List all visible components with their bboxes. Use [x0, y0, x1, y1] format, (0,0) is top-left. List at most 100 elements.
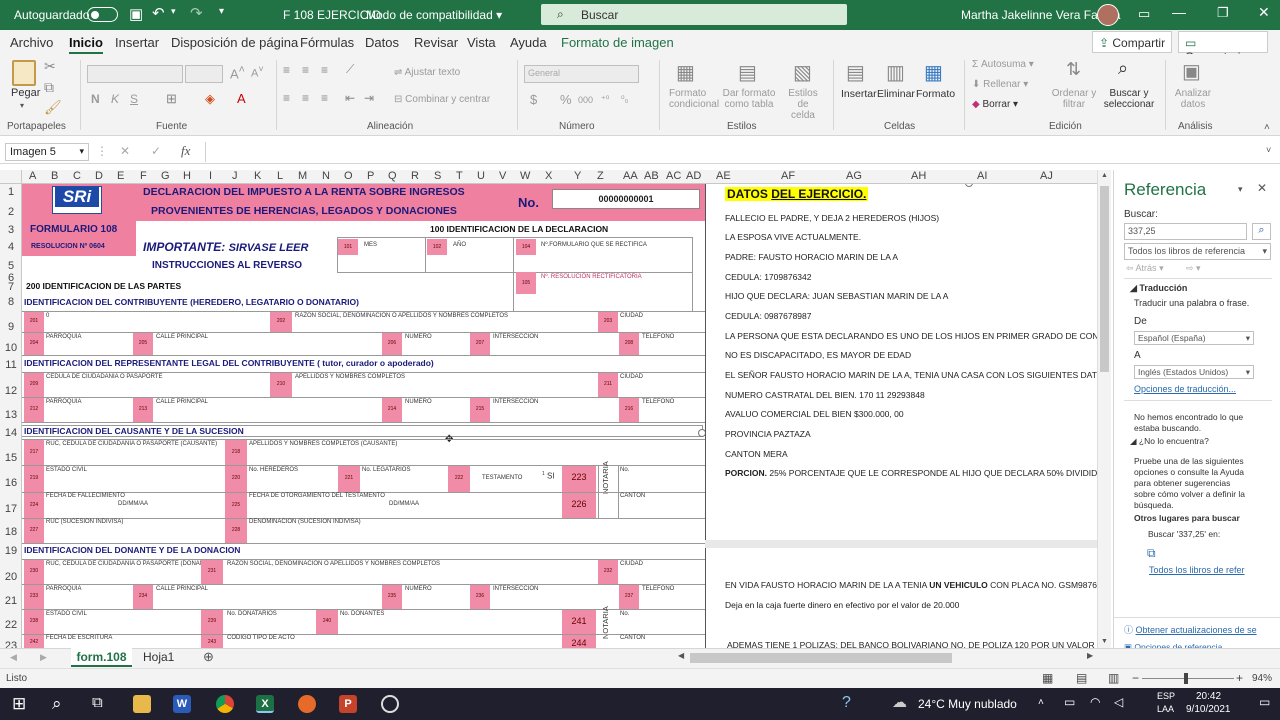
redo-icon[interactable]: ↷: [190, 4, 203, 22]
pane-search-input[interactable]: 337,25: [1124, 223, 1247, 240]
col-header[interactable]: T: [456, 170, 463, 182]
format-table-button[interactable]: Dar formato como tabla: [720, 88, 778, 110]
find-select-icon[interactable]: ⌕: [1118, 58, 1128, 79]
copy-icon[interactable]: ⧉: [44, 79, 54, 96]
increase-indent-icon[interactable]: ⇥: [364, 91, 374, 105]
col-header[interactable]: M: [298, 170, 307, 182]
horizontal-scroll-thumb[interactable]: [690, 653, 952, 663]
weather-text[interactable]: 24°C Muy nublado: [918, 697, 1017, 711]
col-header[interactable]: AF: [781, 170, 795, 182]
task-view-icon[interactable]: ⧉: [92, 694, 103, 711]
col-header[interactable]: P: [367, 170, 374, 182]
file-explorer-icon[interactable]: [133, 695, 151, 713]
pane-close-icon[interactable]: ✕: [1257, 181, 1267, 195]
scroll-up-icon[interactable]: ▲: [1101, 172, 1108, 179]
save-icon[interactable]: ▣: [129, 5, 143, 23]
borders-icon[interactable]: ⊞: [166, 91, 177, 107]
row-header[interactable]: 1: [0, 186, 22, 198]
avatar[interactable]: [1097, 4, 1119, 26]
pane-scope-select[interactable]: Todos los libros de referencia ▾: [1124, 243, 1271, 260]
language-layout[interactable]: LAA: [1157, 704, 1174, 714]
autosave-toggle[interactable]: [87, 7, 118, 22]
scroll-thumb[interactable]: [1100, 186, 1109, 372]
help-icon[interactable]: ?: [842, 694, 851, 712]
row-header[interactable]: 21: [0, 595, 22, 607]
pane-from-select[interactable]: Español (España) ▾: [1134, 331, 1254, 345]
hscroll-right-icon[interactable]: ▶: [1087, 651, 1093, 660]
insert-function-button[interactable]: fx: [181, 143, 190, 159]
grow-font-icon[interactable]: A˄: [230, 64, 245, 81]
tray-chevron-icon[interactable]: ˄: [1038, 697, 1044, 708]
col-header[interactable]: L: [277, 170, 283, 182]
col-header[interactable]: V: [499, 170, 506, 182]
cell-styles-button[interactable]: Estilos de celda: [783, 88, 823, 121]
wrap-text-button[interactable]: ⇌ Ajustar texto: [394, 67, 460, 78]
zoom-level[interactable]: 94%: [1252, 673, 1272, 684]
row-header[interactable]: 16: [0, 477, 22, 489]
tab-revisar[interactable]: Revisar: [414, 35, 458, 50]
compat-mode[interactable]: Modo de compatibilidad ▾: [366, 8, 502, 22]
cut-icon[interactable]: ✂: [44, 58, 56, 75]
col-header[interactable]: AH: [911, 170, 926, 182]
col-header[interactable]: W: [520, 170, 530, 182]
row-header[interactable]: 12: [0, 385, 22, 397]
cond-format-icon[interactable]: ▦: [676, 60, 695, 85]
taskbar-search-icon[interactable]: ⌕: [52, 694, 62, 714]
underline-button[interactable]: S: [130, 92, 138, 106]
row-header[interactable]: 22: [0, 619, 22, 631]
weather-icon[interactable]: ☁: [892, 693, 907, 711]
col-header[interactable]: Y: [574, 170, 581, 182]
row-header[interactable]: 10: [0, 342, 22, 354]
insert-cells-icon[interactable]: ▤: [846, 60, 865, 85]
zoom-slider-thumb[interactable]: [1184, 673, 1188, 684]
tab-formato-imagen[interactable]: Formato de imagen: [561, 35, 674, 50]
font-color-icon[interactable]: A: [237, 91, 246, 106]
align-center-icon[interactable]: ≡: [302, 91, 309, 105]
orientation-icon[interactable]: ⟋: [346, 62, 354, 77]
col-header[interactable]: F: [140, 170, 147, 182]
pane-not-found-header[interactable]: ◢ ¿No lo encuentra?: [1130, 436, 1209, 447]
analyze-data-icon[interactable]: ▣: [1182, 59, 1201, 84]
shrink-font-icon[interactable]: A˅: [251, 64, 264, 80]
vertical-scrollbar[interactable]: ▲ ▼: [1097, 170, 1111, 648]
col-header[interactable]: AB: [644, 170, 659, 182]
expand-formula-icon[interactable]: ˅: [1266, 145, 1271, 155]
row-header[interactable]: 4: [0, 241, 22, 253]
paste-icon[interactable]: [12, 60, 36, 86]
zoom-out-icon[interactable]: −: [1132, 671, 1139, 685]
ribbon-options-icon[interactable]: ▭: [1138, 6, 1150, 22]
clear-button[interactable]: ◆ Borrar ▾: [972, 99, 1018, 110]
sort-filter-button[interactable]: Ordenar y filtrar: [1050, 88, 1098, 110]
paste-dropdown-icon[interactable]: ▾: [20, 101, 24, 110]
row-header[interactable]: 2: [0, 206, 22, 218]
pane-options-icon[interactable]: ▾: [1238, 184, 1243, 195]
col-header[interactable]: A: [29, 170, 36, 182]
row-header[interactable]: 20: [0, 571, 22, 583]
resize-handle[interactable]: [965, 184, 973, 187]
col-header[interactable]: S: [434, 170, 441, 182]
undo-dropdown-icon[interactable]: ▾: [171, 6, 176, 17]
language-code[interactable]: ESP: [1157, 691, 1175, 701]
col-header[interactable]: E: [117, 170, 124, 182]
page-break-view-icon[interactable]: ▥: [1108, 671, 1119, 685]
align-middle-icon[interactable]: ≡: [302, 63, 309, 77]
col-header[interactable]: Q: [388, 170, 397, 182]
obs-icon[interactable]: [381, 695, 399, 713]
fill-button[interactable]: ⬇ Rellenar ▾: [972, 79, 1028, 90]
sort-filter-icon[interactable]: ⇅: [1066, 59, 1081, 80]
tab-disposicion[interactable]: Disposición de página: [171, 35, 298, 50]
col-header[interactable]: AA: [623, 170, 638, 182]
col-header[interactable]: C: [73, 170, 81, 182]
share-button[interactable]: ⇪ Compartir: [1092, 31, 1172, 53]
collapse-ribbon-icon[interactable]: ˄: [1264, 122, 1270, 133]
tab-inicio[interactable]: Inicio: [69, 35, 103, 54]
row-header[interactable]: 5: [0, 260, 22, 272]
italic-button[interactable]: K: [111, 92, 119, 106]
worksheet[interactable]: SRi DECLARACION DEL IMPUESTO A LA RENTA …: [22, 184, 1097, 648]
delete-cells-button[interactable]: Eliminar: [877, 88, 915, 100]
delete-cells-icon[interactable]: ▥: [886, 60, 905, 85]
next-sheet-icon[interactable]: ▶: [40, 652, 47, 663]
windows-start-icon[interactable]: ⊞: [12, 694, 26, 714]
volume-icon[interactable]: ◁: [1114, 695, 1123, 709]
bold-button[interactable]: N: [91, 92, 100, 106]
